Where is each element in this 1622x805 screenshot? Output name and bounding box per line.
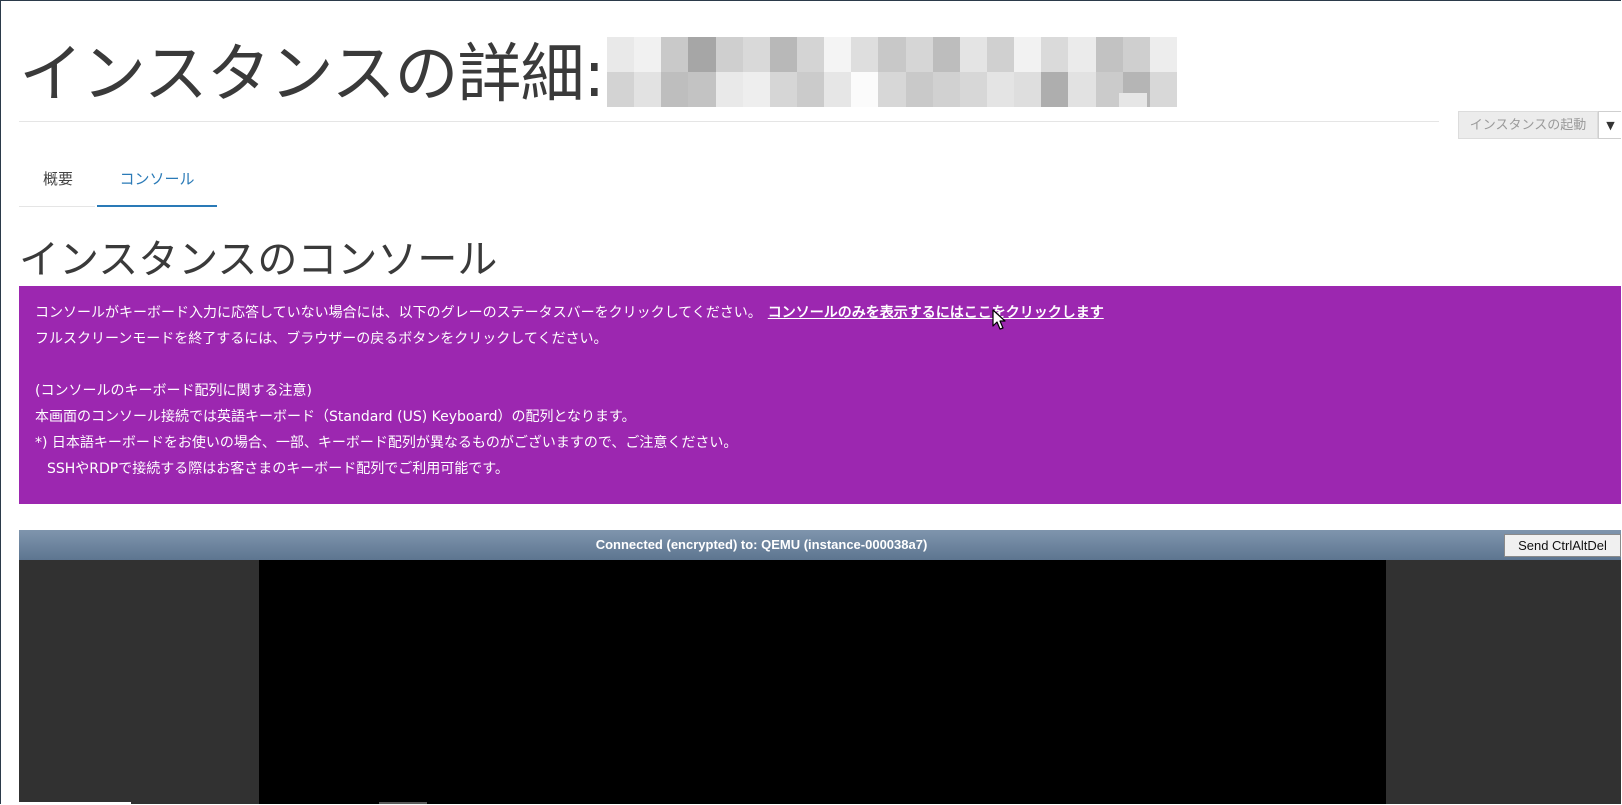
launch-instance-dropdown-toggle[interactable]: ▼ <box>1598 111 1621 139</box>
redaction-pixel <box>851 72 879 107</box>
mouse-cursor-icon <box>992 309 1006 330</box>
console-status-bar[interactable]: Connected (encrypted) to: QEMU (instance… <box>19 530 1621 560</box>
redaction-pixel <box>715 37 743 72</box>
notice-text: コンソールがキーボード入力に応答していない場合には、以下のグレーのステータスバー… <box>35 305 762 321</box>
browser-viewport: インスタンスの詳細: インスタンスの起動 ▼ 概要 コンソール インスタンスのコ… <box>0 0 1621 804</box>
console-notice-banner: コンソールがキーボード入力に応答していない場合には、以下のグレーのステータスバー… <box>19 286 1621 504</box>
scrollbar-thumb[interactable] <box>379 802 427 804</box>
tab-overview[interactable]: 概要 <box>19 151 97 207</box>
redaction-pixel <box>634 37 662 72</box>
notice-text: SSHやRDPで接続する際はお客さまのキーボード配列でご利用可能です。 <box>47 461 509 477</box>
redaction-pixel <box>634 72 662 107</box>
redaction-pixel <box>661 72 689 107</box>
vnc-console[interactable]: Connected (encrypted) to: QEMU (instance… <box>19 530 1621 804</box>
notice-text: フルスクリーンモードを終了するには、ブラウザーの戻るボタンをクリックしてください… <box>35 331 608 347</box>
redacted-instance-name <box>607 37 1177 107</box>
redaction-pixel <box>959 72 987 107</box>
redaction-pixel <box>796 37 825 72</box>
redaction-pixel <box>607 72 635 107</box>
redaction-pixel <box>1068 72 1096 107</box>
redaction-pixel <box>878 37 906 72</box>
scrollbar-track[interactable] <box>1 802 131 804</box>
notice-line: コンソールがキーボード入力に応答していない場合には、以下のグレーのステータスバー… <box>35 300 1607 326</box>
redaction-pixel <box>769 72 797 107</box>
redaction-pixel <box>986 37 1015 72</box>
redaction-pixel <box>959 37 987 72</box>
redaction-pixel <box>742 72 770 107</box>
tab-bar: 概要 コンソール <box>19 151 219 207</box>
notice-spacer <box>35 352 1607 378</box>
redaction-pixel <box>824 37 852 72</box>
caret-down-icon: ▼ <box>1606 119 1615 132</box>
tab-console[interactable]: コンソール <box>97 151 217 207</box>
redaction-pixel <box>607 37 635 72</box>
console-screen[interactable] <box>259 560 1386 804</box>
console-status-text: Connected (encrypted) to: QEMU (instance… <box>595 537 928 552</box>
redaction-pixel <box>769 37 797 72</box>
redaction-pixel <box>742 37 770 72</box>
send-ctrl-alt-del-button[interactable]: Send CtrlAltDel <box>1504 534 1621 557</box>
redaction-pixel <box>796 72 825 107</box>
redaction-pixel <box>851 37 879 72</box>
notice-text: 本画面のコンソール接続では英語キーボード（Standard (US) Keybo… <box>35 409 636 425</box>
redaction-pixel <box>1149 37 1177 72</box>
redaction-pixel <box>878 72 906 107</box>
redaction-pixel <box>688 72 716 107</box>
section-title: インスタンスのコンソール <box>19 237 498 283</box>
tab-bar-divider <box>19 206 95 207</box>
redaction-pixel <box>1068 37 1096 72</box>
redaction-pixel <box>1041 72 1069 107</box>
notice-text: (コンソールのキーボード配列に関する注意) <box>35 383 312 399</box>
redaction-pixel <box>1122 37 1150 72</box>
redacted-instance-name-tail <box>1119 93 1147 107</box>
redaction-pixel <box>1014 72 1042 107</box>
redaction-pixel <box>1095 37 1123 72</box>
notice-text: *) 日本語キーボードをお使いの場合、一部、キーボード配列が異なるものがございま… <box>35 435 738 451</box>
redaction-pixel <box>905 37 933 72</box>
redaction-pixel <box>1041 37 1069 72</box>
title-divider <box>19 121 1439 122</box>
redaction-pixel <box>715 72 743 107</box>
redaction-pixel <box>1149 72 1177 107</box>
launch-instance-button[interactable]: インスタンスの起動 <box>1458 111 1598 139</box>
redaction-pixel <box>688 37 716 72</box>
page-title: インスタンスの詳細: <box>19 38 605 112</box>
redaction-pixel <box>986 72 1015 107</box>
redaction-pixel <box>932 37 960 72</box>
redaction-pixel <box>661 37 689 72</box>
redaction-pixel <box>1014 37 1042 72</box>
redaction-pixel <box>905 72 933 107</box>
redaction-pixel <box>824 72 852 107</box>
redaction-pixel <box>932 72 960 107</box>
console-only-link[interactable]: コンソールのみを表示するにはここをクリックします <box>768 305 1104 321</box>
